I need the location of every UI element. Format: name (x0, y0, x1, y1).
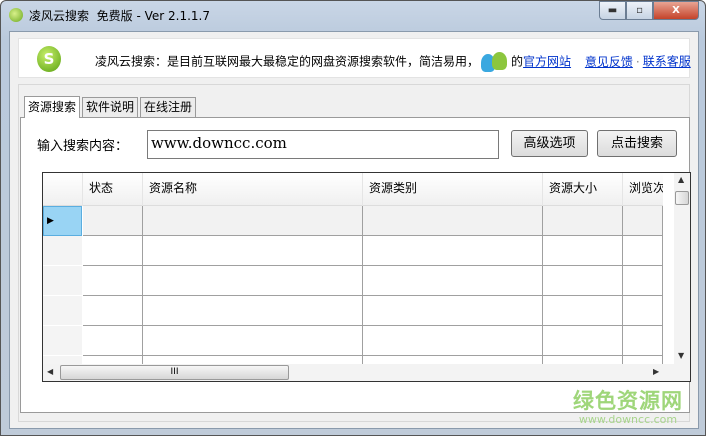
close-button[interactable]: X (653, 1, 699, 20)
tab-bar: 资源搜索 软件说明 在线注册 (24, 96, 198, 118)
grid-header: 状态 资源名称 资源类别 资源大小 浏览次 (43, 173, 663, 206)
table-cell[interactable] (83, 266, 143, 296)
table-row[interactable] (43, 326, 663, 356)
col-name[interactable]: 资源名称 (143, 173, 363, 206)
table-cell[interactable] (363, 236, 543, 266)
table-cell[interactable] (83, 236, 143, 266)
table-cell[interactable] (143, 296, 363, 326)
row-header-corner (43, 173, 83, 206)
search-page: 输入搜索内容： www.downcc.com 高级选项 点击搜索 状态 资源名称… (20, 117, 691, 413)
feedback-link[interactable]: 意见反馈 (585, 55, 633, 69)
col-views[interactable]: 浏览次 (623, 173, 663, 206)
table-cell[interactable] (83, 326, 143, 356)
row-header[interactable]: ▶ (43, 206, 82, 236)
advanced-options-button[interactable]: 高级选项 (511, 130, 588, 157)
table-cell[interactable] (623, 206, 663, 236)
tab-online-register[interactable]: 在线注册 (140, 97, 197, 117)
table-row[interactable] (43, 236, 663, 266)
maximize-button[interactable]: ▫ (626, 1, 653, 20)
table-cell[interactable] (363, 206, 543, 236)
search-input[interactable]: www.downcc.com (147, 130, 499, 159)
window-title: 凌风云搜索 免费版 - Ver 2.1.1.7 (29, 9, 210, 23)
table-cell[interactable] (143, 266, 363, 296)
table-cell[interactable] (543, 296, 623, 326)
app-window: 凌风云搜索 免费版 - Ver 2.1.1.7 ▬ ▫ X S 凌风云搜索：是目… (0, 0, 706, 436)
col-size[interactable]: 资源大小 (543, 173, 623, 206)
table-cell[interactable] (623, 236, 663, 266)
table-cell[interactable] (543, 326, 623, 356)
official-site-link[interactable]: 官方网站 (523, 55, 571, 69)
table-cell[interactable] (623, 326, 663, 356)
table-cell[interactable] (623, 296, 663, 326)
minimize-button[interactable]: ▬ (599, 1, 626, 20)
col-status[interactable]: 状态 (83, 173, 143, 206)
logo-icon: S (37, 46, 61, 72)
separator: · (635, 54, 640, 69)
banner-text: 凌风云搜索：是目前互联网最大最稳定的网盘资源搜索软件，简洁易用， (95, 54, 480, 69)
tab-software-info[interactable]: 软件说明 (82, 97, 139, 117)
tab-resource-search[interactable]: 资源搜索 (24, 96, 81, 118)
table-cell[interactable] (363, 266, 543, 296)
banner-suffix: 的 (511, 54, 524, 69)
table-cell[interactable] (543, 236, 623, 266)
client-area: S 凌风云搜索：是目前互联网最大最稳定的网盘资源搜索软件，简洁易用， 的官方网站 … (9, 31, 699, 429)
table-cell[interactable] (143, 236, 363, 266)
current-row-arrow-icon: ▶ (47, 216, 54, 226)
search-label: 输入搜索内容： (37, 139, 129, 154)
table-cell[interactable] (83, 296, 143, 326)
table-row[interactable] (43, 296, 663, 326)
table-cell[interactable] (83, 206, 143, 236)
horizontal-scrollbar[interactable]: ◀ III ▶ (43, 364, 690, 381)
table-cell[interactable] (363, 326, 543, 356)
table-cell[interactable] (543, 206, 623, 236)
users-icon (481, 52, 509, 72)
table-cell[interactable] (143, 326, 363, 356)
table-cell[interactable] (363, 296, 543, 326)
row-header[interactable] (43, 296, 82, 326)
vertical-scroll-thumb[interactable] (675, 191, 689, 205)
vertical-scrollbar[interactable]: ▲ ▼ (674, 173, 690, 364)
table-cell[interactable] (543, 266, 623, 296)
app-icon (9, 8, 23, 22)
horizontal-scroll-thumb[interactable]: III (60, 365, 289, 380)
table-row[interactable]: ▶ (43, 206, 663, 236)
table-cell[interactable] (143, 206, 363, 236)
col-category[interactable]: 资源类别 (363, 173, 543, 206)
table-cell[interactable] (623, 266, 663, 296)
banner: S 凌风云搜索：是目前互联网最大最稳定的网盘资源搜索软件，简洁易用， 的官方网站 … (18, 38, 691, 78)
table-row[interactable] (43, 266, 663, 296)
contact-support-link[interactable]: 联系客服 (643, 55, 691, 69)
row-header[interactable] (43, 266, 82, 296)
search-button[interactable]: 点击搜索 (597, 130, 677, 157)
row-header[interactable] (43, 236, 82, 266)
row-header[interactable] (43, 326, 82, 356)
results-grid[interactable]: 状态 资源名称 资源类别 资源大小 浏览次 ▶ ▲ ▼ ◀ III ▶ (42, 172, 691, 382)
